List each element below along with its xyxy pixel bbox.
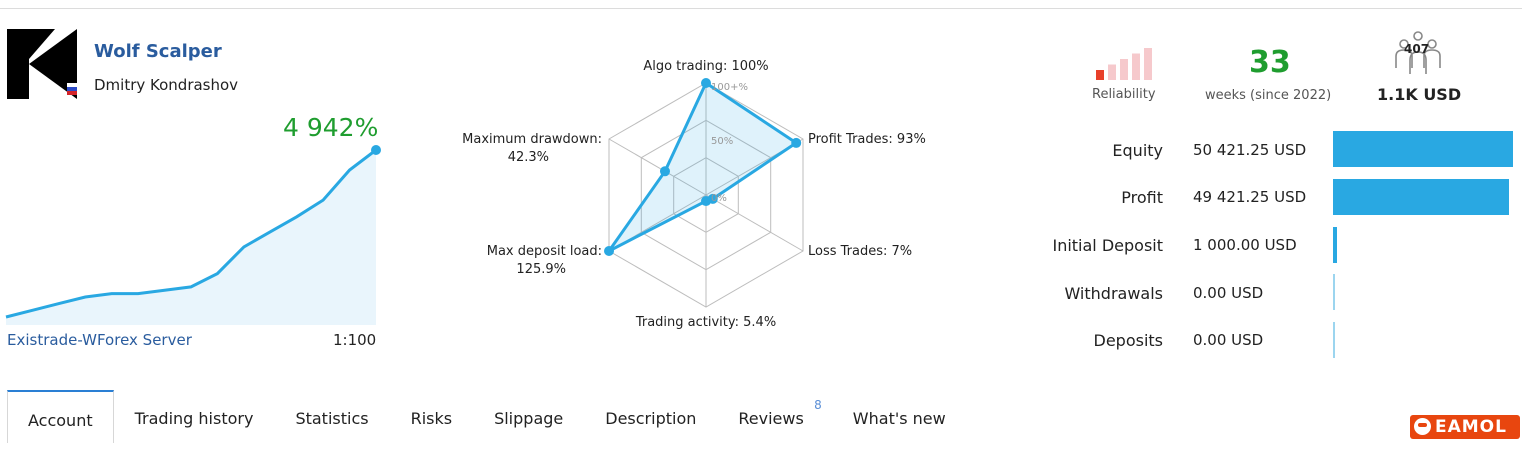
- deposits-label: Deposits: [1093, 331, 1164, 350]
- radar-label-profit: Profit Trades: 93%: [808, 132, 926, 147]
- tab-bar: Account Trading history Statistics Risks…: [7, 390, 967, 443]
- radar-scale-100: 100+%: [711, 82, 748, 93]
- watermark-badge: EAMOL: [1410, 415, 1520, 439]
- growth-chart: [5, 145, 381, 325]
- radar-point: [659, 166, 670, 177]
- radar-point: [604, 246, 615, 256]
- tab-reviews[interactable]: Reviews 8: [717, 390, 831, 441]
- leverage-value: 1:100: [333, 331, 377, 349]
- tab-risks[interactable]: Risks: [390, 390, 474, 441]
- tab-description[interactable]: Description: [584, 390, 717, 441]
- equity-bar: [1333, 131, 1513, 167]
- top-divider: [0, 8, 1522, 9]
- equity-value: 50 421.25 USD: [1193, 141, 1307, 159]
- server-link[interactable]: Existrade-WForex Server: [7, 331, 192, 349]
- reliability-bar: [1132, 53, 1140, 80]
- reliability-bars[interactable]: [1094, 48, 1164, 80]
- growth-end-point: [371, 145, 381, 155]
- signal-avatar[interactable]: [7, 29, 77, 99]
- reliability-bar: [1144, 48, 1152, 80]
- tab-whats-new[interactable]: What's new: [832, 390, 967, 441]
- radar-label-loss: Loss Trades: 7%: [808, 244, 912, 259]
- subscribers-count: 407: [1404, 42, 1430, 56]
- signal-name[interactable]: Wolf Scalper: [94, 41, 222, 62]
- radar-label-deposit-load: Max deposit load:: [487, 244, 602, 259]
- withdrawals-value: 0.00 USD: [1193, 284, 1264, 302]
- radar-chart: 100+% 50% 0% Algo trading: 100% Profit T…: [462, 59, 926, 330]
- deposits-value: 0.00 USD: [1193, 331, 1264, 349]
- profit-value: 49 421.25 USD: [1193, 188, 1307, 206]
- watermark-text: EAMOL: [1435, 417, 1507, 437]
- profit-label: Profit: [1121, 188, 1163, 207]
- reliability-label: Reliability: [1092, 87, 1156, 102]
- tab-slippage[interactable]: Slippage: [473, 390, 584, 441]
- weeks-count: 33: [1249, 45, 1291, 80]
- growth-percent: 4 942%: [283, 113, 379, 142]
- withdrawals-label: Withdrawals: [1064, 284, 1163, 303]
- radar-label-activity: Trading activity: 5.4%: [635, 315, 776, 330]
- equity-label: Equity: [1112, 141, 1163, 160]
- tab-statistics[interactable]: Statistics: [274, 390, 389, 441]
- tab-trading-history[interactable]: Trading history: [114, 390, 275, 441]
- radar-area: [607, 80, 799, 253]
- radar-point: [701, 196, 711, 207]
- radar-label-drawdown: Maximum drawdown:: [462, 132, 602, 147]
- radar-value-drawdown: 42.3%: [508, 150, 549, 165]
- profit-bar: [1333, 179, 1509, 215]
- reliability-bar: [1108, 64, 1116, 80]
- initial-deposit-bar: [1333, 227, 1337, 263]
- radar-scale-0: 0%: [711, 193, 727, 204]
- growth-area: [6, 150, 376, 325]
- author-name[interactable]: Dmitry Kondrashov: [94, 76, 238, 94]
- reviews-count-badge: 8: [814, 398, 822, 412]
- initial-deposit-value: 1 000.00 USD: [1193, 236, 1297, 254]
- radar-point: [701, 78, 711, 88]
- withdrawals-bar: [1333, 274, 1335, 310]
- subscription-price[interactable]: 1.1K USD: [1377, 85, 1461, 104]
- radar-label-algo: Algo trading: 100%: [643, 59, 768, 74]
- radar-scale-50: 50%: [711, 136, 733, 147]
- tab-reviews-label: Reviews: [738, 409, 804, 428]
- robot-icon: [1414, 418, 1431, 435]
- tab-account[interactable]: Account: [7, 390, 114, 443]
- deposits-bar: [1333, 322, 1335, 358]
- weeks-label: weeks (since 2022): [1205, 88, 1332, 103]
- reliability-bar: [1120, 59, 1128, 80]
- initial-deposit-label: Initial Deposit: [1052, 236, 1163, 255]
- radar-value-deposit-load: 125.9%: [516, 262, 566, 277]
- radar-point: [791, 137, 802, 148]
- reliability-bar: [1096, 70, 1104, 80]
